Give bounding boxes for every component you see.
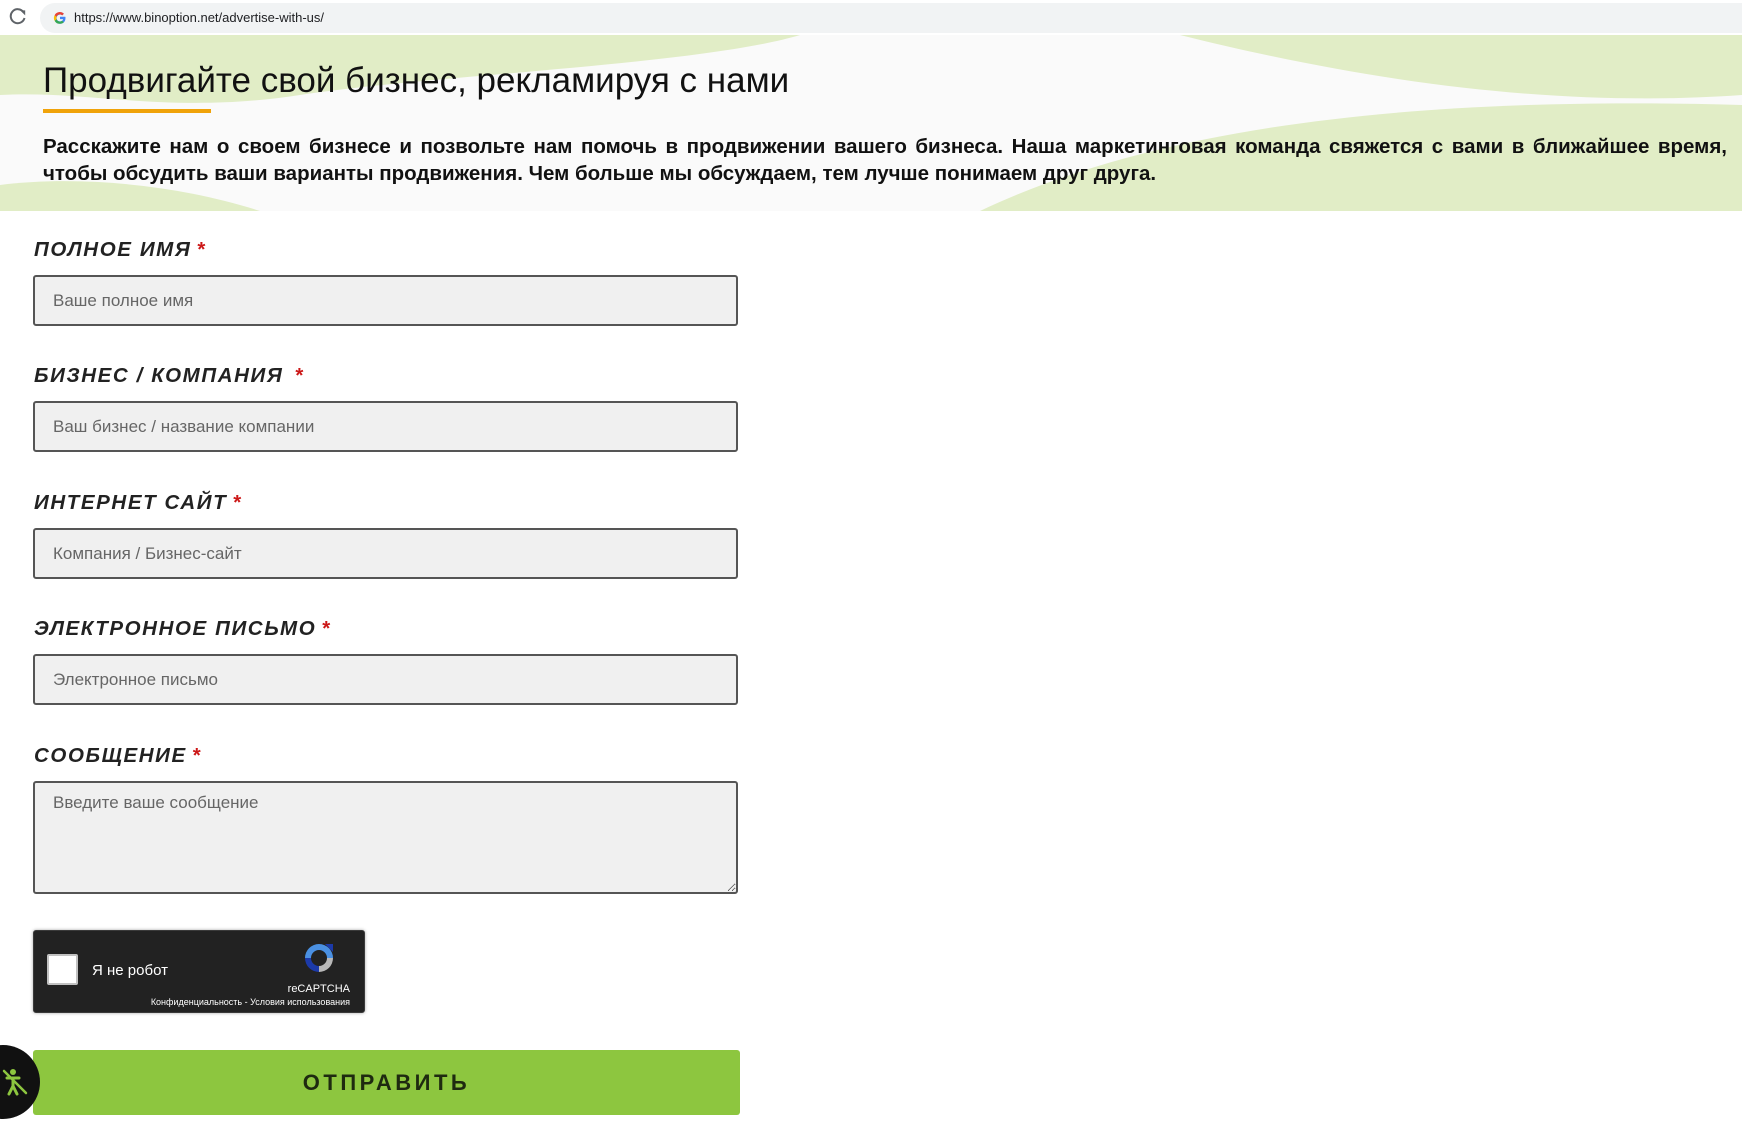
recaptcha-widget: Я не робот reCAPTCHA Конфиденциальность … bbox=[33, 930, 365, 1013]
hero-banner: Продвигайте свой бизнес, рекламируя с на… bbox=[0, 35, 1742, 211]
url-text: https://www.binoption.net/advertise-with… bbox=[74, 10, 325, 25]
recaptcha-label: Я не робот bbox=[92, 962, 168, 979]
website-input[interactable] bbox=[33, 528, 738, 579]
recaptcha-brand: reCAPTCHA bbox=[287, 983, 350, 995]
required-mark: * bbox=[233, 491, 243, 514]
accessibility-icon bbox=[2, 1069, 28, 1096]
required-mark: * bbox=[295, 364, 305, 387]
company-input[interactable] bbox=[33, 401, 738, 452]
email-input[interactable] bbox=[33, 654, 738, 705]
full-name-label-text: ПОЛНОЕ ИМЯ bbox=[34, 238, 192, 261]
required-mark: * bbox=[192, 744, 203, 767]
reload-icon[interactable] bbox=[9, 8, 27, 26]
url-field[interactable]: https://www.binoption.net/advertise-with… bbox=[40, 3, 1742, 33]
title-underline bbox=[43, 109, 211, 113]
email-label: ЭЛЕКТРОННОЕ ПИСЬМО * bbox=[34, 617, 332, 641]
company-label-text: БИЗНЕС / КОМПАНИЯ bbox=[34, 364, 284, 387]
email-label-text: ЭЛЕКТРОННОЕ ПИСЬМО bbox=[34, 617, 317, 640]
page: https://www.binoption.net/advertise-with… bbox=[0, 0, 1742, 1137]
submit-button[interactable]: ОТПРАВИТЬ bbox=[33, 1050, 740, 1115]
company-label: БИЗНЕС / КОМПАНИЯ * bbox=[34, 364, 305, 388]
full-name-input[interactable] bbox=[33, 275, 738, 326]
website-label: ИНТЕРНЕТ САЙТ * bbox=[34, 491, 243, 515]
recaptcha-privacy-terms-link[interactable]: Конфиденциальность - Условия использован… bbox=[151, 997, 350, 1007]
browser-address-bar: https://www.binoption.net/advertise-with… bbox=[0, 0, 1742, 35]
recaptcha-checkbox[interactable] bbox=[47, 954, 78, 985]
page-title: Продвигайте свой бизнес, рекламируя с на… bbox=[43, 61, 790, 100]
message-textarea[interactable] bbox=[33, 781, 738, 894]
full-name-label: ПОЛНОЕ ИМЯ * bbox=[34, 238, 207, 262]
message-label-text: СООБЩЕНИЕ bbox=[34, 744, 187, 767]
website-label-text: ИНТЕРНЕТ САЙТ bbox=[34, 491, 228, 514]
recaptcha-logo-icon bbox=[305, 944, 333, 972]
page-description: Расскажите нам о своем бизнесе и позволь… bbox=[43, 135, 1727, 185]
required-mark: * bbox=[197, 238, 207, 261]
required-mark: * bbox=[322, 617, 332, 640]
google-g-icon bbox=[53, 11, 66, 24]
message-label: СООБЩЕНИЕ * bbox=[34, 744, 202, 768]
